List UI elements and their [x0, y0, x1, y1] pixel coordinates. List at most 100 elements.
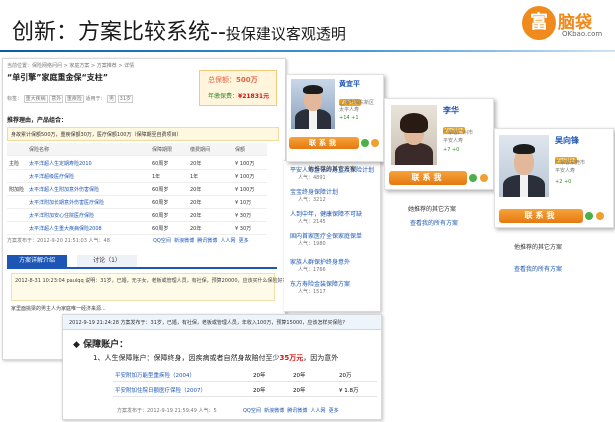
row-product[interactable]: 平安附加住院日额医疗保险（2007）: [115, 386, 206, 394]
row-term: 60周岁: [152, 200, 169, 206]
row-product[interactable]: 太平洋附加长期意外伤害医疗保险: [29, 199, 104, 206]
overlay-item-tail: ，因为意外: [303, 354, 339, 362]
agent-name[interactable]: 吴向锋: [555, 135, 579, 146]
plan-footer: 方案发布于：2012-9-20 21:51:03 人气：48: [7, 238, 110, 244]
applicant-gender: 男: [107, 95, 117, 103]
contact-button[interactable]: 联系我: [289, 137, 359, 149]
related-plan-link[interactable]: 国内首家医疗全保家庭保单: [290, 231, 362, 240]
agent-score: +7 +0: [443, 147, 460, 153]
plan-summary-bar: 身故累计保额500万，重疾保额30万，医疗保额100万（保障期至自费项目）: [7, 127, 279, 141]
tags-label: 标签：: [7, 96, 23, 102]
agent-score: +2 +0: [555, 179, 572, 185]
row-product[interactable]: 太平洋超人生重大疾病保险2008: [29, 225, 102, 232]
weibo-share[interactable]: 新浪微博: [264, 408, 284, 414]
row-product[interactable]: 太平洋超级医疗保险: [29, 173, 74, 180]
detail-tabs: 方案详解介绍 讨论（1）: [7, 255, 277, 269]
row-term: 60周岁: [152, 213, 169, 219]
tab-detail[interactable]: 方案详解介绍: [7, 255, 67, 267]
overlay-meta-bar: 2012-9-19 21:24:28 方案发布于：31岁，已婚，有社保，老板或管…: [63, 315, 381, 330]
row-payment: 20年: [190, 226, 202, 232]
comment-body: 家里面挑梁的男主人为家庭唯一经济来源...: [11, 306, 106, 312]
headline-sub: 投保建议客观透明: [225, 25, 346, 43]
row-term: 60周岁: [152, 161, 169, 167]
row-payment: 20年: [190, 200, 202, 206]
related-plan-link[interactable]: 家族人群保护终身意外: [290, 257, 350, 266]
table-row[interactable]: 主险 太平洋超人生定期寿险2010 60周岁 20年 ¥ 100万: [7, 157, 267, 170]
agent-company: 平安人寿: [555, 168, 576, 174]
agent-name[interactable]: 黄宜平: [339, 79, 360, 89]
tencent-share[interactable]: 腾讯微博: [287, 408, 307, 414]
table-row[interactable]: 附加险 太平洋超人生附加意外伤害保险 60周岁 20年 ¥ 100万: [7, 183, 267, 196]
row-payment: 20年: [190, 213, 202, 219]
row-payment: 20年: [190, 187, 202, 193]
col-name: 保险名称: [29, 147, 50, 153]
tag-item[interactable]: 重疾险: [64, 95, 84, 103]
related-plan-link[interactable]: 东方寿险金装保障方案: [290, 279, 350, 288]
row-product[interactable]: 太平洋附加安心住院医疗保险: [29, 212, 94, 219]
related-plan-link[interactable]: 人到中年，健康保障不可缺: [290, 209, 362, 218]
agent-name[interactable]: 李华: [443, 105, 459, 116]
plan-detail-overlay: 2012-9-19 21:24:28 方案发布于：31岁，已婚，有社保，老板或管…: [62, 314, 382, 420]
chat-icon[interactable]: [469, 174, 477, 182]
agent-other-plans-label: 她推荐的其它方案: [408, 206, 457, 213]
more-share[interactable]: 更多: [329, 408, 339, 414]
overlay-item: 1、人生保障账户：保障终身，因疾病或者自然身故赔付至少35万元，因为意外: [93, 353, 338, 363]
section-title: 推荐理由，产品组合：: [7, 117, 68, 124]
contact-icons: [469, 173, 491, 183]
row-amount: ¥ 100万: [235, 187, 255, 193]
row-product[interactable]: 太平洋超人生定期寿险2010: [29, 160, 92, 167]
overlay-heading-text: 保障账户：: [83, 340, 129, 350]
agent-all-plans-link[interactable]: 查看我的所有方案: [514, 264, 562, 273]
qzone-share[interactable]: QQ空间: [243, 408, 261, 414]
agent-city: 广东省东莞市: [555, 160, 586, 166]
tab-discuss[interactable]: 讨论（1）: [77, 255, 137, 267]
agent-city: 广东省广州市: [443, 130, 474, 136]
table-row[interactable]: 太平洋附加安心住院医疗保险 60周岁 20年 ¥ 30万: [7, 209, 267, 222]
agent-photo: [291, 79, 335, 129]
col-term: 保障期限: [152, 147, 173, 153]
weibo-share[interactable]: 新浪微博: [174, 238, 194, 244]
contact-button[interactable]: 联系我: [389, 171, 467, 185]
phone-icon[interactable]: [480, 174, 488, 182]
agent-company: 太平人寿: [339, 107, 360, 113]
renren-share[interactable]: 人人网: [220, 238, 235, 244]
agent-city: 上海市浦东新区: [339, 100, 375, 106]
row-term: 1年: [152, 174, 161, 180]
tag-item[interactable]: 意外: [49, 95, 64, 103]
contact-button[interactable]: 联系我: [499, 209, 583, 223]
related-plan-meta: 人气：1980: [298, 241, 326, 247]
agent-all-plans-link[interactable]: 查看我的所有方案: [410, 218, 458, 227]
tag-item[interactable]: 重大疾病: [23, 95, 48, 103]
phone-icon[interactable]: [596, 212, 604, 220]
contact-icons: [585, 211, 609, 221]
row-payment: 20年: [190, 161, 202, 167]
row-product[interactable]: 平安附加万能型重疾险（2004）: [115, 371, 195, 379]
row-type: 主险: [9, 161, 20, 167]
table-row[interactable]: 太平洋超人生重大疾病保险2008 60周岁 20年 ¥ 30万: [7, 222, 267, 235]
renren-share[interactable]: 人人网: [310, 408, 325, 414]
more-share[interactable]: 更多: [239, 238, 249, 244]
related-plan-link[interactable]: 宝宝终身保障计划: [290, 187, 338, 196]
premium-label: 总保额：: [208, 76, 236, 84]
breadcrumb: 当前位置：保险网络问问 > 家庭方案 > 方案推荐 > 详情: [7, 63, 135, 69]
related-plan-meta: 人气：4891: [298, 175, 326, 181]
table-row[interactable]: 平安附加住院日额医疗保险（2007） 20年 20年 ¥ 1.8万: [113, 382, 377, 397]
table-row[interactable]: 太平洋附加长期意外伤害医疗保险 60周岁 20年 ¥ 10万: [7, 196, 267, 209]
chat-icon[interactable]: [585, 212, 593, 220]
agent-score: +14 +1: [339, 115, 359, 121]
tencent-share[interactable]: 腾讯微博: [197, 238, 217, 244]
overlay-table: 平安附加万能型重疾险（2004） 20年 20年 20万 平安附加住院日额医疗保…: [113, 367, 377, 397]
row-amount: ¥ 100万: [235, 161, 255, 167]
tag-line: 标签： 重大疾病 意外 重疾险 适用于： 男 31岁: [7, 95, 134, 103]
qzone-share[interactable]: QQ空间: [153, 238, 171, 244]
table-row[interactable]: 太平洋超级医疗保险 1年 1年 ¥ 100万: [7, 170, 267, 183]
related-plan-meta: 人气：1766: [298, 267, 326, 273]
chat-icon[interactable]: [361, 139, 369, 147]
overlay-heading: ◆ 保障账户：: [73, 340, 129, 350]
overlay-meta: 2012-9-19 21:24:28 方案发布于：31岁，已婚，有社保，老板或管…: [69, 320, 345, 326]
related-plan-meta: 人气：2145: [298, 219, 326, 225]
row-payment: 20年: [293, 388, 306, 394]
phone-icon[interactable]: [371, 139, 379, 147]
row-product[interactable]: 太平洋超人生附加意外伤害保险: [29, 186, 99, 193]
table-row[interactable]: 平安附加万能型重疾险（2004） 20年 20年 20万: [113, 367, 377, 382]
